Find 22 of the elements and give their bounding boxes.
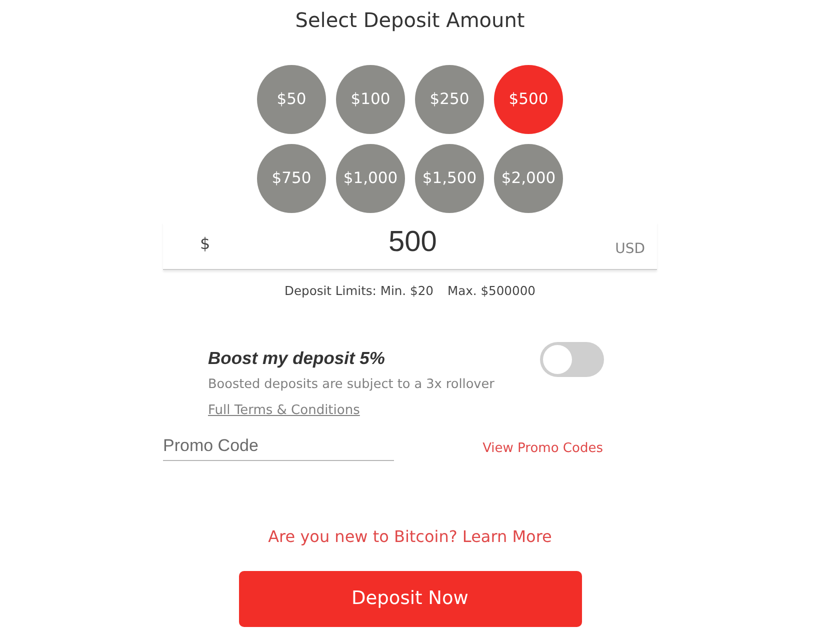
boost-note: Boosted deposits are subject to a 3x rollover: [208, 376, 494, 394]
min-limit-text: Deposit Limits: Min. $20: [284, 283, 434, 300]
amount-option[interactable]: $250: [415, 65, 484, 134]
currency-code: USD: [615, 240, 645, 259]
bitcoin-info-link[interactable]: Are you new to Bitcoin? Learn More: [268, 525, 552, 549]
amount-option[interactable]: $750: [257, 144, 326, 213]
amount-option[interactable]: $100: [336, 65, 405, 134]
amount-option[interactable]: $500: [494, 65, 563, 134]
amount-input[interactable]: 500: [210, 216, 616, 269]
boost-title: Boost my deposit 5%: [208, 347, 385, 369]
amount-option[interactable]: $2,000: [494, 144, 563, 213]
terms-link[interactable]: Full Terms & Conditions: [208, 401, 360, 421]
amount-option[interactable]: $50: [257, 65, 326, 134]
max-limit-text: Max. $500000: [447, 283, 536, 300]
amount-option[interactable]: $1,500: [415, 144, 484, 213]
page-title: Select Deposit Amount: [295, 7, 525, 34]
currency-symbol: $: [200, 232, 210, 254]
amount-option[interactable]: $1,000: [336, 144, 405, 213]
promo-code-field[interactable]: Promo Code: [163, 432, 394, 461]
view-promo-codes-link[interactable]: View Promo Codes: [482, 438, 603, 458]
boost-toggle[interactable]: [540, 342, 604, 377]
deposit-now-button[interactable]: Deposit Now: [238, 571, 582, 627]
